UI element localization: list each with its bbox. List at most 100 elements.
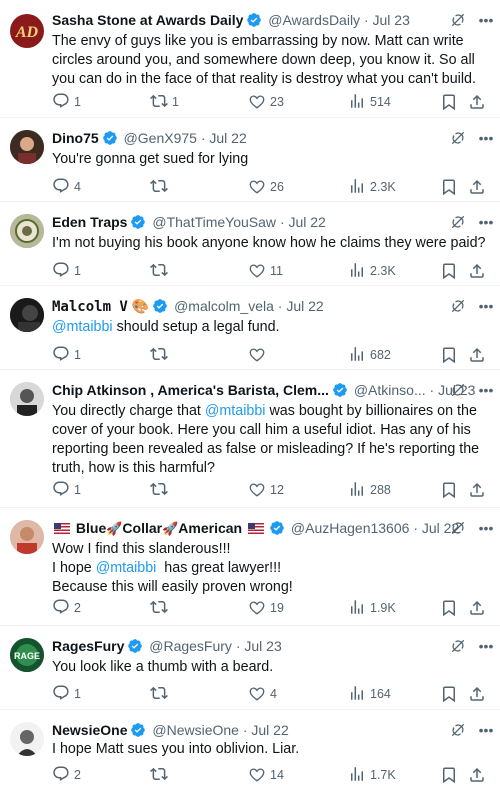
views-button[interactable]: 288 — [348, 480, 391, 500]
reply-button[interactable]: 1 — [52, 92, 81, 112]
retweet-button[interactable] — [150, 684, 172, 704]
share-icon[interactable] — [468, 685, 486, 703]
author-name[interactable]: Sasha Stone at Awards Daily — [52, 12, 243, 28]
avatar[interactable] — [10, 130, 44, 164]
author-handle[interactable]: @AuzHagen13606 — [291, 520, 410, 536]
tweet[interactable]: Chip Atkinson , America's Barista, Clem.… — [0, 370, 500, 508]
bookmark-icon[interactable] — [440, 481, 458, 499]
avatar[interactable]: RAGE — [10, 638, 44, 672]
share-icon[interactable] — [468, 93, 486, 111]
more-icon[interactable]: ••• — [476, 720, 496, 740]
reply-button[interactable]: 1 — [52, 684, 81, 704]
avatar[interactable] — [10, 214, 44, 248]
tweet[interactable]: AD Sasha Stone at Awards Daily @AwardsDa… — [0, 0, 500, 118]
bookmark-icon[interactable] — [440, 346, 458, 364]
more-icon[interactable]: ••• — [476, 212, 496, 232]
author-name[interactable]: Malcolm V — [52, 299, 128, 315]
views-button[interactable]: 514 — [348, 92, 391, 112]
grok-icon[interactable] — [450, 12, 466, 28]
share-icon[interactable] — [468, 599, 486, 617]
tweet-date[interactable]: · Jul 22 — [280, 214, 326, 230]
grok-icon[interactable] — [450, 130, 466, 146]
grok-icon[interactable] — [450, 214, 466, 230]
more-icon[interactable]: ••• — [476, 636, 496, 656]
more-icon[interactable]: ••• — [476, 380, 496, 400]
like-button[interactable]: 23 — [248, 92, 284, 112]
retweet-button[interactable]: 1 — [150, 92, 179, 112]
retweet-button[interactable] — [150, 345, 172, 365]
tweet[interactable]: Blue🚀Collar🚀American @AuzHagen13606 · Ju… — [0, 508, 500, 626]
avatar[interactable] — [10, 382, 44, 416]
mention-link[interactable]: @mtaibbi — [205, 403, 266, 419]
bookmark-icon[interactable] — [440, 599, 458, 617]
reply-button[interactable]: 2 — [52, 765, 81, 785]
tweet[interactable]: Eden Traps @ThatTimeYouSaw · Jul 22 ••• … — [0, 202, 500, 286]
tweet-date[interactable]: · Jul 23 — [236, 638, 282, 654]
retweet-button[interactable] — [150, 261, 172, 281]
tweet[interactable]: NewsieOne @NewsieOne · Jul 22 ••• I hope… — [0, 710, 500, 787]
retweet-button[interactable] — [150, 480, 172, 500]
author-name[interactable]: Dino75 — [52, 130, 99, 146]
author-name[interactable]: NewsieOne — [52, 722, 127, 738]
like-button[interactable]: 12 — [248, 480, 284, 500]
like-button[interactable]: 11 — [248, 261, 283, 281]
grok-icon[interactable] — [450, 382, 466, 398]
grok-icon[interactable] — [450, 520, 466, 536]
share-icon[interactable] — [468, 262, 486, 280]
author-name[interactable]: Chip Atkinson , America's Barista, Clem.… — [52, 382, 329, 398]
more-icon[interactable]: ••• — [476, 296, 496, 316]
mention-link[interactable]: @mtaibbi — [52, 319, 113, 335]
author-handle[interactable]: @ThatTimeYouSaw — [152, 214, 276, 230]
like-button[interactable]: 19 — [248, 598, 284, 618]
views-button[interactable]: 1.9K — [348, 598, 396, 618]
mention-link[interactable]: @mtaibbi — [96, 560, 157, 576]
reply-button[interactable]: 1 — [52, 261, 81, 281]
share-icon[interactable] — [468, 766, 486, 784]
reply-button[interactable]: 2 — [52, 598, 81, 618]
more-icon[interactable]: ••• — [476, 128, 496, 148]
grok-icon[interactable] — [450, 298, 466, 314]
author-handle[interactable]: @NewsieOne — [152, 722, 239, 738]
tweet[interactable]: Malcolm V 🎨 @malcolm_vela · Jul 22 ••• @… — [0, 286, 500, 370]
like-button[interactable]: 4 — [248, 684, 277, 704]
avatar[interactable] — [10, 298, 44, 332]
bookmark-icon[interactable] — [440, 262, 458, 280]
retweet-button[interactable] — [150, 598, 172, 618]
tweet-date[interactable]: · Jul 22 — [243, 722, 289, 738]
tweet[interactable]: Dino75 @GenX975 · Jul 22 ••• You're gonn… — [0, 118, 500, 202]
views-button[interactable]: 2.3K — [348, 177, 396, 197]
like-button[interactable] — [248, 345, 270, 365]
more-icon[interactable]: ••• — [476, 518, 496, 538]
bookmark-icon[interactable] — [440, 766, 458, 784]
views-button[interactable]: 682 — [348, 345, 391, 365]
author-name[interactable]: RagesFury — [52, 638, 124, 654]
author-handle[interactable]: @malcolm_vela — [174, 298, 274, 314]
share-icon[interactable] — [468, 481, 486, 499]
author-handle[interactable]: @AwardsDaily — [268, 12, 360, 28]
bookmark-icon[interactable] — [440, 685, 458, 703]
author-name[interactable]: Blue🚀Collar🚀American — [76, 520, 242, 536]
reply-button[interactable]: 1 — [52, 345, 81, 365]
avatar[interactable] — [10, 520, 44, 554]
author-handle[interactable]: @RagesFury — [149, 638, 232, 654]
tweet-date[interactable]: · Jul 22 — [201, 130, 247, 146]
author-handle[interactable]: @Atkinso... — [354, 382, 426, 398]
avatar[interactable]: AD — [10, 14, 44, 48]
bookmark-icon[interactable] — [440, 178, 458, 196]
tweet[interactable]: RAGE RagesFury @RagesFury · Jul 23 ••• Y… — [0, 626, 500, 710]
share-icon[interactable] — [468, 178, 486, 196]
tweet-date[interactable]: · Jul 22 — [278, 298, 324, 314]
reply-button[interactable]: 1 — [52, 480, 81, 500]
more-icon[interactable]: ••• — [476, 10, 496, 30]
like-button[interactable]: 14 — [248, 765, 284, 785]
views-button[interactable]: 164 — [348, 684, 391, 704]
grok-icon[interactable] — [450, 722, 466, 738]
retweet-button[interactable] — [150, 177, 172, 197]
like-button[interactable]: 26 — [248, 177, 284, 197]
tweet-date[interactable]: · Jul 23 — [364, 12, 410, 28]
bookmark-icon[interactable] — [440, 93, 458, 111]
reply-button[interactable]: 4 — [52, 177, 81, 197]
author-name[interactable]: Eden Traps — [52, 214, 127, 230]
grok-icon[interactable] — [450, 638, 466, 654]
retweet-button[interactable] — [150, 765, 172, 785]
